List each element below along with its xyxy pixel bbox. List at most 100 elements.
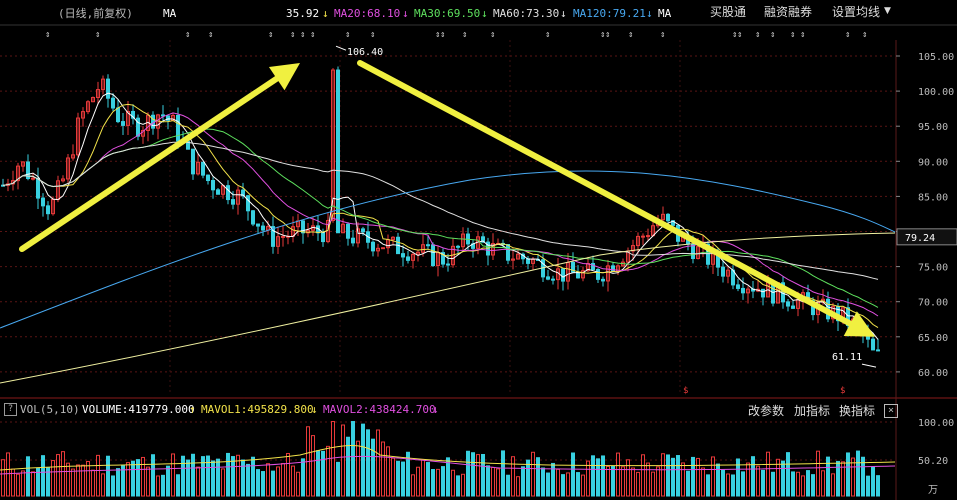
event-marker-icon: ⇕: [845, 30, 850, 40]
volume-bar: [381, 441, 385, 497]
volume-bar: [696, 457, 700, 497]
event-marker-icon: ⇕: [370, 30, 375, 40]
candle-body: [31, 177, 35, 180]
volume-bar: [561, 474, 565, 497]
volume-bar: [351, 421, 355, 497]
change-params-button[interactable]: 改参数: [748, 402, 784, 419]
volume-bar: [786, 452, 790, 497]
candle-body: [151, 114, 155, 129]
candle-body: [761, 288, 765, 298]
y-tick-label: 75.00: [918, 263, 948, 274]
event-marker-icon: ⇕: [490, 30, 495, 40]
candle-body: [406, 256, 410, 261]
candle-body: [261, 225, 265, 231]
volume-bar: [156, 475, 160, 497]
volume-bar: [81, 464, 85, 497]
candle-body: [641, 235, 645, 238]
volume-bar: [836, 460, 840, 497]
candle-body: [256, 223, 260, 227]
volume-bar: [821, 470, 825, 497]
event-marker-icon: ⇕: [440, 30, 445, 40]
volume-bar: [91, 469, 95, 497]
volume-bar: [671, 457, 675, 497]
volume-bar: [831, 473, 835, 497]
volume-bar: [331, 421, 335, 497]
volume-bar: [106, 455, 110, 497]
volume-bar: [746, 462, 750, 497]
volume-arrow-icon: ↑: [189, 403, 196, 416]
volume-bar: [481, 453, 485, 497]
volume-bar: [341, 424, 345, 497]
volume-bar: [311, 435, 315, 497]
y-tick-label: 60.00: [918, 368, 948, 379]
volume-bar: [581, 474, 585, 497]
volume-bar: [416, 466, 420, 497]
volume-bar: [651, 471, 655, 497]
candle-body: [431, 244, 435, 267]
volume-bar: [161, 474, 165, 497]
event-marker-icon: ⇕: [300, 30, 305, 40]
volume-bar: [101, 473, 105, 497]
volume-bar: [726, 473, 730, 497]
candle-body: [446, 263, 450, 266]
candle-body: [281, 235, 285, 238]
signal-marker-icon: $: [840, 386, 845, 396]
low-annotation: 61.11: [832, 352, 862, 363]
candle-body: [741, 287, 745, 294]
volume-bar: [231, 456, 235, 497]
signal-marker-icon: $: [683, 386, 688, 396]
close-icon[interactable]: ×: [884, 404, 898, 418]
switch-indicator-button[interactable]: 换指标: [839, 402, 875, 419]
volume-bar: [361, 423, 365, 497]
volume-bar: [176, 474, 180, 497]
volume-bar: [686, 470, 690, 497]
candle-body: [116, 107, 120, 123]
volume-bar: [776, 458, 780, 497]
volume-bar: [336, 461, 340, 497]
volume-bar: [596, 458, 600, 497]
event-marker-icon: ⇕: [545, 30, 550, 40]
volume-bar: [716, 463, 720, 497]
help-icon[interactable]: ?: [4, 403, 17, 416]
volume-bar: [451, 469, 455, 497]
volume-bar: [326, 445, 330, 497]
volume-bar: [766, 451, 770, 497]
candle-body: [506, 244, 510, 261]
event-marker-icon: ⇕: [462, 30, 467, 40]
price-chart[interactable]: 105.00100.0095.0090.0085.0080.0075.0070.…: [0, 0, 957, 500]
candle-body: [191, 148, 195, 175]
volume-bar: [876, 475, 880, 497]
volume-bar: [261, 471, 265, 497]
volume-bar: [516, 476, 520, 497]
ma5-line: [2, 92, 879, 340]
volume-bar: [321, 450, 325, 497]
volume-bar: [291, 465, 295, 497]
volume-bar: [691, 456, 695, 497]
volume-bar: [521, 466, 525, 497]
volume-bar: [56, 454, 60, 497]
volume-bar: [471, 452, 475, 497]
candle-body: [561, 268, 565, 282]
volume-bar: [506, 474, 510, 497]
volume-bar: [441, 466, 445, 497]
volume-bar: [116, 468, 120, 497]
volume-bar: [761, 469, 765, 497]
current-price-label: 79.24: [905, 233, 935, 244]
y-tick-label: 70.00: [918, 298, 948, 309]
volume-bar: [456, 475, 460, 497]
volume-bar: [771, 471, 775, 497]
volume-bar: [41, 455, 45, 497]
volume-bar: [151, 454, 155, 497]
add-indicator-button[interactable]: 加指标: [794, 402, 830, 419]
volume-bar: [606, 465, 610, 497]
volume-bar: [681, 462, 685, 497]
volume-bar: [796, 471, 800, 497]
volume-bar: [316, 450, 320, 497]
volume-bar: [536, 457, 540, 497]
volume-bar: [486, 465, 490, 497]
event-marker-icon: ⇕: [605, 30, 610, 40]
volume-value: VOLUME:419779.000: [82, 403, 195, 416]
ma20-line: [2, 112, 879, 317]
volume-bar: [391, 457, 395, 497]
event-marker-icon: ⇕: [660, 30, 665, 40]
